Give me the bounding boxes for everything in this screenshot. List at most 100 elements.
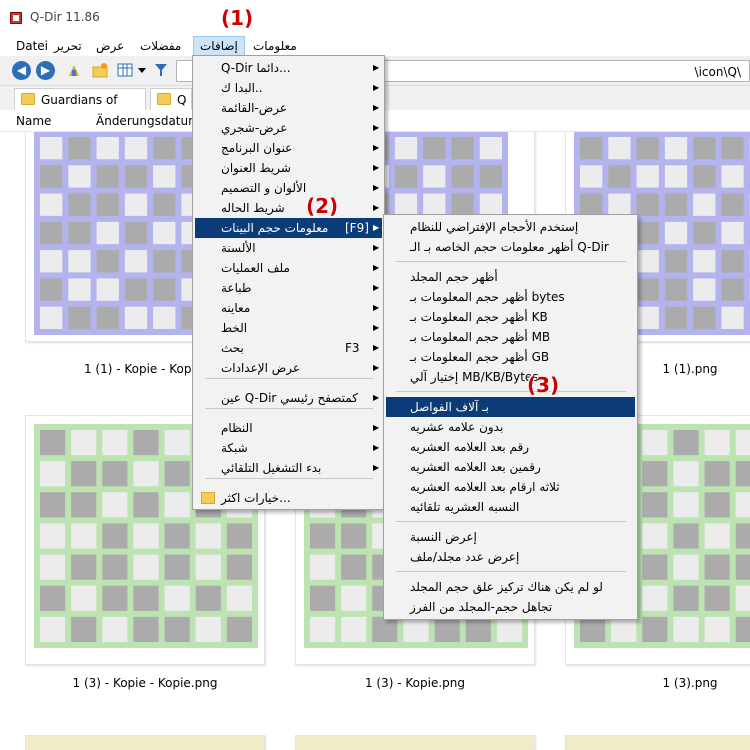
- icon-cell: [735, 461, 750, 487]
- icon-cell: [693, 306, 716, 329]
- submenu-item[interactable]: تجاهل حجم-المجلد من الفرز: [386, 597, 635, 617]
- submenu-item-label: أظهر حجم المعلومات بـ bytes: [410, 290, 565, 304]
- icon-cell: [451, 193, 474, 216]
- dropdown-item-label: Q-Dir دائما...: [221, 61, 291, 75]
- icon-cell: [153, 137, 176, 160]
- icon-cell: [642, 554, 668, 580]
- icon-cell: [40, 492, 66, 518]
- dropdown-item[interactable]: عرض الإعدادات ▶: [195, 358, 382, 378]
- submenu-item[interactable]: أظهر حجم المعلومات بـ GB: [386, 347, 635, 367]
- submenu-item[interactable]: إعرض عدد مجلد/ملف: [386, 547, 635, 567]
- menu-separator: [396, 391, 626, 392]
- dropdown-item[interactable]: طباعة ▶: [195, 278, 382, 298]
- dropdown-item[interactable]: شريط العنوان ▶: [195, 158, 382, 178]
- icon-cell: [423, 193, 446, 216]
- menu-extras[interactable]: إضافات: [193, 36, 245, 56]
- column-date[interactable]: Änderungsdatum: [96, 114, 200, 128]
- dropdown-item-label: عرض-شجري: [221, 121, 288, 135]
- icon-cell: [124, 278, 148, 301]
- submenu-item[interactable]: إختيار آلي MB/KB/Bytes: [386, 367, 635, 387]
- dropdown-item[interactable]: النظام ▶: [195, 418, 382, 438]
- dropdown-item[interactable]: الخط ▶: [195, 318, 382, 338]
- icon-cell: [693, 221, 716, 245]
- dropdown-item[interactable]: عرض-القائمة ▶: [195, 98, 382, 118]
- icon-cell: [372, 616, 398, 642]
- menu-separator: [205, 378, 373, 379]
- submenu-item-label: تجاهل حجم-المجلد من الفرز: [410, 600, 553, 614]
- new-folder-icon[interactable]: [92, 62, 108, 78]
- dropdown-item[interactable]: ملف العمليات ▶: [195, 258, 382, 278]
- icon-cell: [642, 492, 668, 518]
- extras-dropdown-menu: Q-Dir دائما... ▶ البدا ك.. ▶ عرض-القائمة ▶ عرض…: [192, 55, 385, 510]
- submenu-item[interactable]: أظهر حجم المعلومات بـ KB: [386, 307, 635, 327]
- back-icon[interactable]: ◀: [12, 61, 31, 80]
- dropdown-item[interactable]: خيارات اكثر...: [195, 488, 382, 508]
- chevron-right-icon: ▶: [373, 163, 380, 172]
- dropdown-item[interactable]: بحث F3 ▶: [195, 338, 382, 358]
- thumbnail[interactable]: [25, 735, 265, 750]
- icon-cell: [673, 554, 699, 580]
- menu-info[interactable]: معلومات: [247, 36, 303, 56]
- icon-cell: [496, 616, 522, 642]
- icon-cell: [693, 137, 716, 160]
- thumbnail[interactable]: [565, 735, 750, 750]
- dropdown-item[interactable]: بدء التشغيل التلقائي ▶: [195, 458, 382, 478]
- submenu-item[interactable]: رقم بعد العلامه العشريه: [386, 437, 635, 457]
- submenu-item[interactable]: إعرض النسبة: [386, 527, 635, 547]
- submenu-item[interactable]: إستخدم الأحجام الإفتراضي للنظام: [386, 217, 635, 237]
- icon-cell: [721, 193, 744, 216]
- dropdown-item[interactable]: شريط الحاله ▶: [195, 198, 382, 218]
- submenu-item[interactable]: رقمين بعد العلامه العشريه: [386, 457, 635, 477]
- thumbnail-caption: 1 (3) - Kopie - Kopie.png: [72, 676, 218, 690]
- icon-cell: [642, 585, 668, 611]
- icon-cell: [394, 137, 418, 160]
- chevron-down-icon[interactable]: [137, 62, 147, 78]
- forward-icon[interactable]: ▶: [36, 61, 55, 80]
- dropdown-item[interactable]: معاينه ▶: [195, 298, 382, 318]
- menu-view[interactable]: عرض: [90, 36, 130, 56]
- submenu-item[interactable]: أظهر حجم المجلد: [386, 267, 635, 287]
- icon-cell: [153, 306, 176, 329]
- dropdown-item[interactable]: Q-Dir دائما... ▶: [195, 58, 382, 78]
- column-name[interactable]: Name: [16, 114, 51, 128]
- dropdown-item[interactable]: شبكة ▶: [195, 438, 382, 458]
- dropdown-item[interactable]: الألسنة ▶: [195, 238, 382, 258]
- icon-cell: [96, 193, 119, 216]
- tab-guardians[interactable]: Guardians of the ...: [14, 88, 146, 129]
- icon-cell: [580, 137, 603, 160]
- submenu-item[interactable]: بـ آلاف الفواصل: [386, 397, 635, 417]
- filter-icon[interactable]: [153, 62, 169, 78]
- dropdown-item-label: بحث: [221, 341, 244, 355]
- app-icon: [10, 12, 22, 24]
- thumbnail-caption: 1 (3) - Kopie.png: [364, 676, 465, 690]
- dropdown-item[interactable]: البدا ك.. ▶: [195, 78, 382, 98]
- submenu-item[interactable]: ثلاثه ارقام بعد العلامه العشريه: [386, 477, 635, 497]
- icon-cell: [608, 165, 631, 188]
- dropdown-item[interactable]: عنوان البرنامج ▶: [195, 138, 382, 158]
- dropdown-item[interactable]: معلومات حجم البينات [F9] ▶: [195, 218, 382, 238]
- menu-edit[interactable]: تحرير: [48, 36, 88, 56]
- submenu-item[interactable]: لو لم يكن هناك تركيز علق حجم المجلد: [386, 577, 635, 597]
- submenu-item[interactable]: أظهر حجم المعلومات بـ bytes: [386, 287, 635, 307]
- icon-cell: [71, 616, 97, 642]
- up-folder-icon[interactable]: [66, 62, 82, 78]
- chevron-right-icon: ▶: [373, 83, 380, 92]
- dropdown-item[interactable]: الألوان و التصميم ▶: [195, 178, 382, 198]
- icon-cell: [40, 461, 66, 487]
- view-mode-icon[interactable]: [117, 62, 133, 78]
- submenu-item-label: بـ آلاف الفواصل: [410, 400, 489, 414]
- submenu-item[interactable]: أظهر معلومات حجم الخاصه بـ الـ Q-Dir: [386, 237, 635, 257]
- tab-q[interactable]: Q: [150, 88, 192, 110]
- icon-cell: [693, 193, 716, 216]
- thumbnail[interactable]: [295, 735, 535, 750]
- dropdown-item-label: ملف العمليات: [221, 261, 290, 275]
- menu-favorites[interactable]: مفضلات: [134, 36, 187, 56]
- submenu-item[interactable]: بدون علامه عشريه: [386, 417, 635, 437]
- dropdown-item[interactable]: عين Q-Dir كمتصفح رئيسي ▶: [195, 388, 382, 408]
- submenu-item[interactable]: أظهر حجم المعلومات بـ MB: [386, 327, 635, 347]
- dropdown-item-label: عرض-القائمة: [221, 101, 288, 115]
- icon-cell: [164, 492, 190, 518]
- submenu-item[interactable]: النسبه العشريه تلقائيه: [386, 497, 635, 517]
- dropdown-item[interactable]: عرض-شجري ▶: [195, 118, 382, 138]
- icon-cell: [40, 250, 63, 273]
